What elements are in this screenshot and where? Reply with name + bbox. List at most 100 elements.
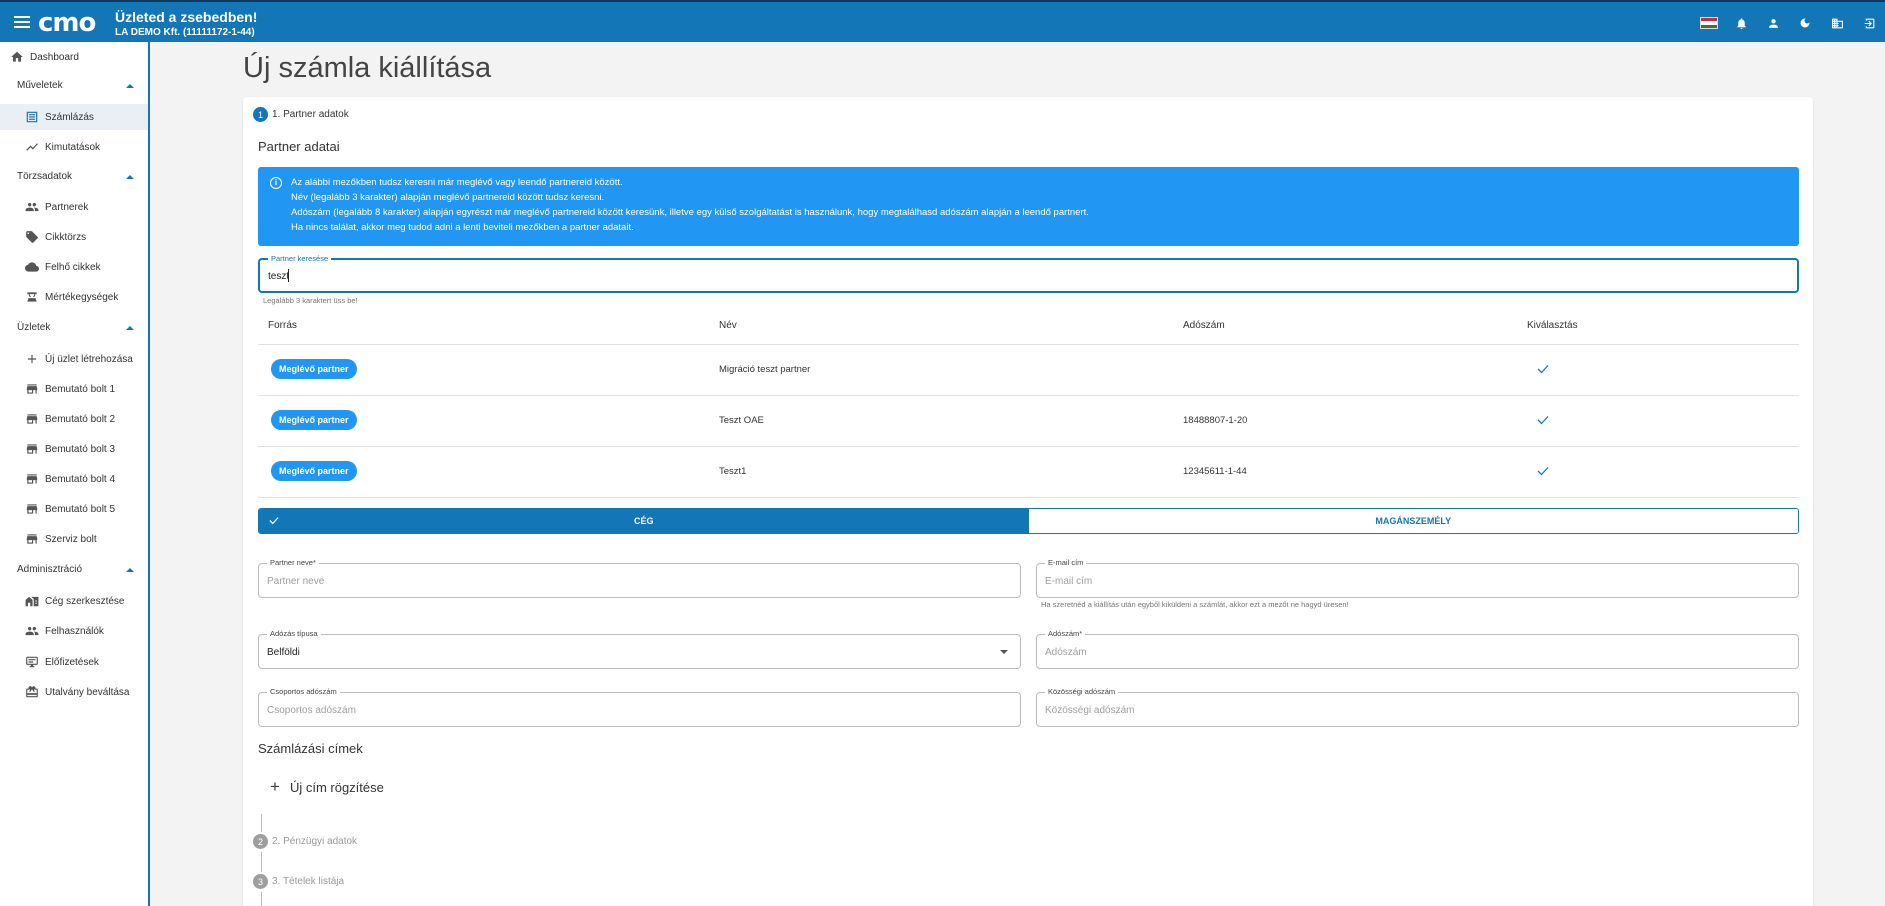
sidebar-item-felho-cikkek[interactable]: Felhő cikkek bbox=[0, 254, 148, 280]
sidebar-item-bolt-5[interactable]: Bemutató bolt 5 bbox=[0, 496, 148, 522]
check-icon[interactable] bbox=[1537, 466, 1549, 476]
info-alert: i Az alábbi mezőkben tudsz keresni már m… bbox=[258, 167, 1799, 246]
info-line: Név (legalább 3 karakter) alapján meglév… bbox=[291, 192, 605, 203]
trending-icon bbox=[23, 138, 41, 156]
row-divider bbox=[258, 344, 1799, 345]
field-label: Partner keresése bbox=[268, 254, 332, 263]
top-bar: cmo Üzleted a zsebedben! LA DEMO Kft. (1… bbox=[0, 0, 1885, 42]
info-line: Ha nincs találat, akkor meg tudod adni a… bbox=[291, 222, 634, 233]
sidebar-section-muveletek[interactable]: Műveletek bbox=[0, 76, 148, 96]
step-label: 2. Pénzügyi adatok bbox=[272, 836, 358, 847]
cloud-icon bbox=[23, 258, 41, 276]
store-icon bbox=[23, 410, 41, 428]
toggle-private-person[interactable]: MAGÁNSZEMÉLY bbox=[1028, 509, 1798, 533]
step-connector bbox=[261, 892, 262, 906]
chevron-up-icon bbox=[126, 84, 134, 88]
tax-number-cell: 18488807-1-20 bbox=[1183, 415, 1248, 426]
sidebar-item-label: Dashboard bbox=[30, 51, 79, 63]
text-cursor bbox=[288, 269, 289, 282]
email-field[interactable]: E-mail cím E-mail cím bbox=[1036, 558, 1799, 598]
language-button[interactable] bbox=[1693, 2, 1725, 44]
sidebar-item-bolt-4[interactable]: Bemutató bolt 4 bbox=[0, 466, 148, 492]
sidebar-item-label: Előfizetések bbox=[45, 656, 99, 668]
source-chip: Meglévő partner bbox=[271, 410, 357, 430]
sidebar-item-utalvany[interactable]: Utalvány beváltása bbox=[0, 679, 148, 705]
step-number: 3 bbox=[253, 874, 268, 889]
dropdown-arrow-icon bbox=[1000, 650, 1008, 654]
search-hint: Legalább 3 karaktert üss be! bbox=[263, 296, 358, 305]
sidebar-item-bolt-1[interactable]: Bemutató bolt 1 bbox=[0, 376, 148, 402]
section-label: Üzletek bbox=[17, 322, 51, 333]
check-icon bbox=[269, 517, 279, 525]
check-icon[interactable] bbox=[1537, 364, 1549, 374]
sidebar-item-ceg-szerkesztese[interactable]: Cég szerkesztése bbox=[0, 588, 148, 614]
sidebar-section-uzletek[interactable]: Üzletek bbox=[0, 318, 148, 338]
field-label: Közösségi adószám bbox=[1045, 687, 1119, 696]
sidebar-section-adminisztracio[interactable]: Adminisztráció bbox=[0, 560, 148, 580]
sidebar-item-label: Bemutató bolt 3 bbox=[45, 443, 116, 455]
people-icon bbox=[23, 622, 41, 640]
plus-icon bbox=[23, 350, 41, 368]
sidebar-item-label: Bemutató bolt 5 bbox=[45, 503, 116, 515]
row-divider bbox=[258, 497, 1799, 498]
notifications-button[interactable] bbox=[1725, 2, 1757, 44]
scale-icon bbox=[23, 288, 41, 306]
page-title: Új számla kiállítása bbox=[243, 52, 492, 84]
step-connector bbox=[261, 814, 262, 832]
sidebar-item-elofizetesek[interactable]: Előfizetések bbox=[0, 649, 148, 675]
step-connector bbox=[261, 852, 262, 872]
sidebar-item-szamlazas[interactable]: Számlázás bbox=[0, 104, 148, 130]
partner-name-cell: Teszt OAE bbox=[719, 415, 764, 426]
step-number: 2 bbox=[253, 834, 268, 849]
column-header-select: Kiválasztás bbox=[1527, 320, 1578, 331]
logout-icon bbox=[1864, 18, 1874, 28]
sidebar-item-dashboard[interactable]: Dashboard bbox=[0, 44, 148, 70]
step-item-list[interactable]: 3 3. Tételek listája bbox=[253, 874, 344, 889]
check-icon[interactable] bbox=[1537, 415, 1549, 425]
sidebar-item-label: Bemutató bolt 4 bbox=[45, 473, 116, 485]
tax-type-select[interactable]: Adózás típusa Belföldi bbox=[258, 629, 1021, 669]
app-logo[interactable]: cmo bbox=[38, 10, 96, 36]
moon-icon bbox=[1800, 18, 1810, 28]
plus-icon: + bbox=[270, 777, 280, 796]
home-icon bbox=[8, 48, 26, 66]
add-address-button[interactable]: + Új cím rögzítése bbox=[270, 777, 384, 797]
info-icon: i bbox=[270, 177, 282, 189]
partner-name-field[interactable]: Partner neve* Partner neve bbox=[258, 558, 1021, 598]
step-partner-data[interactable]: 1 1. Partner adatok bbox=[253, 107, 349, 122]
sidebar-item-label: Felhasználók bbox=[45, 625, 104, 637]
chevron-up-icon bbox=[126, 175, 134, 179]
sidebar-item-kimutatasok[interactable]: Kimutatások bbox=[0, 134, 148, 160]
eu-tax-number-field[interactable]: Közösségi adószám Közösségi adószám bbox=[1036, 687, 1799, 727]
sidebar-item-szerviz-bolt[interactable]: Szerviz bolt bbox=[0, 526, 148, 552]
column-header-name: Név bbox=[719, 320, 737, 331]
sidebar-item-bolt-2[interactable]: Bemutató bolt 2 bbox=[0, 406, 148, 432]
field-label: Partner neve* bbox=[267, 558, 319, 567]
sidebar-item-label: Partnerek bbox=[45, 201, 89, 213]
step-financial-data[interactable]: 2 2. Pénzügyi adatok bbox=[253, 834, 357, 849]
profile-button[interactable] bbox=[1757, 2, 1789, 44]
company-name: LA DEMO Kft. (11111172-1-44) bbox=[115, 27, 255, 38]
tax-number-cell: 12345611-1-44 bbox=[1183, 466, 1247, 477]
toggle-company[interactable]: CÉG bbox=[259, 509, 1029, 533]
field-label: Adózás típusa bbox=[267, 629, 321, 638]
sidebar-item-label: Cikktörzs bbox=[45, 231, 87, 243]
tax-number-field[interactable]: Adószám* Adószám bbox=[1036, 629, 1799, 669]
info-line: Adószám (legalább 8 karakter) alapján eg… bbox=[291, 207, 1089, 218]
partner-type-toggle: CÉG MAGÁNSZEMÉLY bbox=[258, 508, 1799, 534]
sidebar-item-bolt-3[interactable]: Bemutató bolt 3 bbox=[0, 436, 148, 462]
partner-search-input[interactable]: Partner keresése teszt bbox=[258, 254, 1799, 293]
company-icon bbox=[1831, 18, 1843, 28]
dark-mode-button[interactable] bbox=[1789, 2, 1821, 44]
hamburger-menu-icon[interactable] bbox=[12, 13, 32, 33]
toggle-label: MAGÁNSZEMÉLY bbox=[1375, 516, 1452, 526]
sidebar-item-partnerek[interactable]: Partnerek bbox=[0, 194, 148, 220]
group-tax-number-field[interactable]: Csoportos adószám Csoportos adószám bbox=[258, 687, 1021, 727]
sidebar-item-uj-uzlet[interactable]: Új üzlet létrehozása bbox=[0, 346, 148, 372]
sidebar-section-torzsadatok[interactable]: Törzsadatok bbox=[0, 167, 148, 187]
sidebar-item-cikktorzs[interactable]: Cikktörzs bbox=[0, 224, 148, 250]
logout-button[interactable] bbox=[1853, 2, 1885, 44]
sidebar-item-mertekegysegek[interactable]: Mértékegységek bbox=[0, 284, 148, 310]
sidebar-item-felhasznalok[interactable]: Felhasználók bbox=[0, 618, 148, 644]
company-switch-button[interactable] bbox=[1821, 2, 1853, 44]
